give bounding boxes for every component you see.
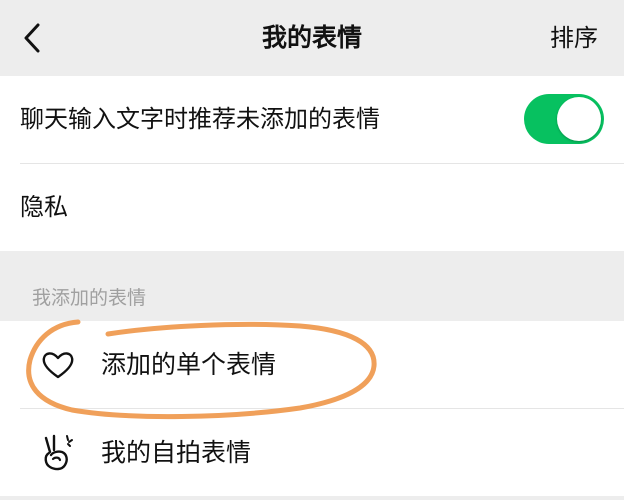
- privacy-row[interactable]: 隐私: [0, 164, 624, 251]
- settings-group: 聊天输入文字时推荐未添加的表情 隐私: [0, 76, 624, 251]
- page-title: 我的表情: [261, 23, 362, 52]
- recommend-stickers-row[interactable]: 聊天输入文字时推荐未添加的表情: [0, 76, 624, 163]
- recommend-stickers-toggle[interactable]: [524, 94, 604, 144]
- privacy-label: 隐私: [20, 193, 68, 221]
- sort-button[interactable]: 排序: [550, 0, 598, 76]
- list-item-selfie-stickers[interactable]: 我的自拍表情: [0, 409, 624, 496]
- toggle-knob: [557, 97, 601, 141]
- my-stickers-group: 添加的单个表情 我的自拍表情: [0, 321, 624, 496]
- heart-icon: [38, 345, 78, 385]
- section-header-my-stickers: 我添加的表情: [32, 287, 147, 309]
- bottom-strip: [0, 496, 624, 500]
- list-item-label: 添加的单个表情: [101, 350, 277, 379]
- navigation-bar: 我的表情 排序: [0, 0, 624, 76]
- list-item-label: 我的自拍表情: [101, 438, 252, 467]
- recommend-stickers-label: 聊天输入文字时推荐未添加的表情: [20, 105, 380, 133]
- victory-hand-icon: [38, 432, 78, 472]
- list-item-single-stickers[interactable]: 添加的单个表情: [0, 321, 624, 408]
- my-stickers-screen: 我的表情 排序 聊天输入文字时推荐未添加的表情 隐私 我添加的表情 添加的单个表…: [0, 0, 624, 500]
